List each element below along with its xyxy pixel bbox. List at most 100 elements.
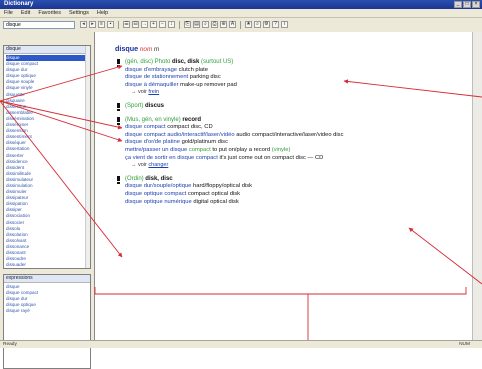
search-input[interactable]: [3, 21, 75, 29]
toolbar-separator: [118, 21, 119, 29]
print-icon[interactable]: ⎙: [211, 21, 218, 28]
example-line: ça vient de sortir en disque compact it'…: [125, 155, 472, 163]
french-phrase[interactable]: mettre/passer un disque: [125, 147, 187, 153]
forward-icon[interactable]: ▸: [89, 21, 96, 28]
plus-icon[interactable]: +: [150, 21, 157, 28]
find-icon[interactable]: ⌕: [202, 21, 209, 28]
expressions-list: disque disque compact disque dur disque opt…: [4, 283, 90, 315]
menu-edit[interactable]: Edit: [21, 9, 30, 17]
sense-header: (gén, disc) Photo disc, disk (surtout US…: [125, 59, 472, 67]
example-line: disque optique compact compact optical d…: [125, 191, 472, 199]
domain-label: (Ordin): [125, 175, 144, 182]
french-phrase[interactable]: disque d'or/de platine: [125, 139, 180, 145]
french-phrase[interactable]: disque compact audio/interactif/laser/vi…: [125, 132, 235, 138]
translation: disk, disc: [145, 175, 173, 182]
french-phrase[interactable]: ça vient de sortir en disque compact: [125, 155, 218, 161]
word-list: disque disque compact disque dur disque opt…: [4, 54, 90, 269]
example-line: disque d'or/de platine gold/platinum dis…: [125, 139, 472, 147]
french-phrase[interactable]: disque de stationnement: [125, 74, 188, 80]
sense-marker-icon: [116, 59, 121, 67]
see-also-label: → voir: [131, 89, 147, 96]
example-line: disque compact compact disc, CD: [125, 124, 472, 132]
french-phrase[interactable]: disque à démaquiller: [125, 82, 179, 88]
french-phrase[interactable]: disque compact: [125, 124, 166, 130]
expressions-header: expressions: [4, 275, 90, 283]
settings-icon[interactable]: ⚙: [263, 21, 270, 28]
toolbar-icons: ◂ ▸ ≡ ▪ ☰ ⊟ → + − ↕ ⎘ ▤ ⌕ ⎙ ⊕ A ★ ⌕ ⚙ ? …: [80, 21, 288, 29]
sense-header: (Ordin) disk, disc: [125, 176, 472, 184]
arrows-icon[interactable]: ↕: [168, 21, 175, 28]
translation: discus: [144, 102, 164, 109]
english-translation: compact optical disk: [187, 190, 241, 197]
english-translation: hard/floppy/optical disk: [193, 183, 252, 190]
paste-icon[interactable]: ▤: [193, 21, 200, 28]
word-list-panel: disque disque disque compact disque dur dis…: [3, 45, 91, 269]
favorites-icon[interactable]: ★: [245, 21, 252, 28]
see-also: → voir changer: [125, 162, 472, 170]
english-translation: parking disc: [189, 74, 221, 81]
french-phrase[interactable]: disque d'embrayage: [125, 67, 177, 73]
word-list-item[interactable]: dissuasion: [6, 268, 88, 269]
zoom-icon[interactable]: ⊕: [220, 21, 227, 28]
font-icon[interactable]: A: [229, 21, 236, 28]
maximize-button[interactable]: □: [463, 1, 471, 8]
menu-file[interactable]: File: [4, 9, 13, 17]
example-line: disque à démaquiller make-up remover pad: [125, 82, 472, 90]
sense-block: (Sport) discus: [115, 102, 472, 111]
help-icon[interactable]: ?: [272, 21, 279, 28]
window-title: Dictionary: [4, 1, 34, 7]
english-translation: digital optical disk: [193, 198, 239, 205]
copy-icon[interactable]: ⎘: [184, 21, 191, 28]
history-icon[interactable]: ≡: [98, 21, 105, 28]
example-note-secondary: (vinyle): [271, 146, 291, 153]
sense-marker-icon: [116, 175, 121, 184]
french-phrase[interactable]: disque optique numérique: [125, 199, 192, 205]
sidebar: disque disque disque compact disque dur dis…: [0, 32, 95, 369]
example-line: disque dur/souple/optique hard/floppy/op…: [125, 183, 472, 191]
gender: m: [153, 46, 160, 53]
toolbar-separator: [240, 21, 241, 29]
french-phrase[interactable]: disque dur/souple/optique: [125, 183, 191, 189]
english-translation: audio compact/interactive/laser/video di…: [236, 131, 344, 138]
english-translation: clutch plate: [178, 66, 208, 73]
minus-icon[interactable]: −: [159, 21, 166, 28]
english-translation: compact disc, CD: [167, 124, 213, 131]
menu-settings[interactable]: Settings: [69, 9, 89, 17]
domain-label: (Sport): [125, 102, 144, 109]
word-list-scrollbar[interactable]: [85, 46, 90, 268]
menu-bar: File Edit Favorites Settings Help: [0, 9, 482, 18]
example-line: disque compact audio/interactif/laser/vi…: [125, 132, 472, 140]
back-icon[interactable]: ◂: [80, 21, 87, 28]
entry-header: disque nom m: [115, 44, 472, 53]
see-also-link[interactable]: changer: [148, 162, 168, 168]
menu-help[interactable]: Help: [97, 9, 108, 17]
expression-list-item[interactable]: disque rayé: [6, 308, 88, 314]
status-bar: Ready NUM: [0, 340, 482, 348]
senses: (gén, disc) Photo disc, disk (surtout US…: [115, 59, 472, 206]
arrow-icon[interactable]: →: [141, 21, 148, 28]
dictionary-entry: disque nom m (gén, disc) Photo disc, dis…: [115, 44, 472, 206]
toolbar-separator: [179, 21, 180, 29]
example-line: disque de stationnement parking disc: [125, 74, 472, 82]
french-phrase[interactable]: disque optique compact: [125, 191, 186, 197]
bookmark-icon[interactable]: ▪: [107, 21, 114, 28]
part-of-speech: nom: [139, 46, 153, 53]
sense-marker-icon: [116, 116, 121, 125]
window-controls: _ □ ×: [454, 1, 480, 8]
menu-favorites[interactable]: Favorites: [38, 9, 61, 17]
title-bar: Dictionary _ □ ×: [0, 0, 482, 9]
english-translation: gold/platinum disc: [181, 139, 228, 146]
info-icon[interactable]: i: [281, 21, 288, 28]
minimize-button[interactable]: _: [454, 1, 462, 8]
toolbar: ◂ ▸ ≡ ▪ ☰ ⊟ → + − ↕ ⎘ ▤ ⌕ ⎙ ⊕ A ★ ⌕ ⚙ ? …: [0, 18, 482, 33]
english-translation: make-up remover pad: [180, 81, 237, 88]
entry-scrollbar[interactable]: [472, 32, 482, 340]
example-line: mettre/passer un disque compact to put o…: [125, 147, 472, 155]
search-icon[interactable]: ⌕: [254, 21, 261, 28]
close-button[interactable]: ×: [472, 1, 480, 8]
sense-block: (gén, disc) Photo disc, disk (surtout US…: [115, 59, 472, 97]
list-icon[interactable]: ☰: [123, 21, 130, 28]
translation: disc, disk: [171, 59, 200, 65]
see-also-link[interactable]: frein: [148, 89, 159, 95]
tree-icon[interactable]: ⊟: [132, 21, 139, 28]
